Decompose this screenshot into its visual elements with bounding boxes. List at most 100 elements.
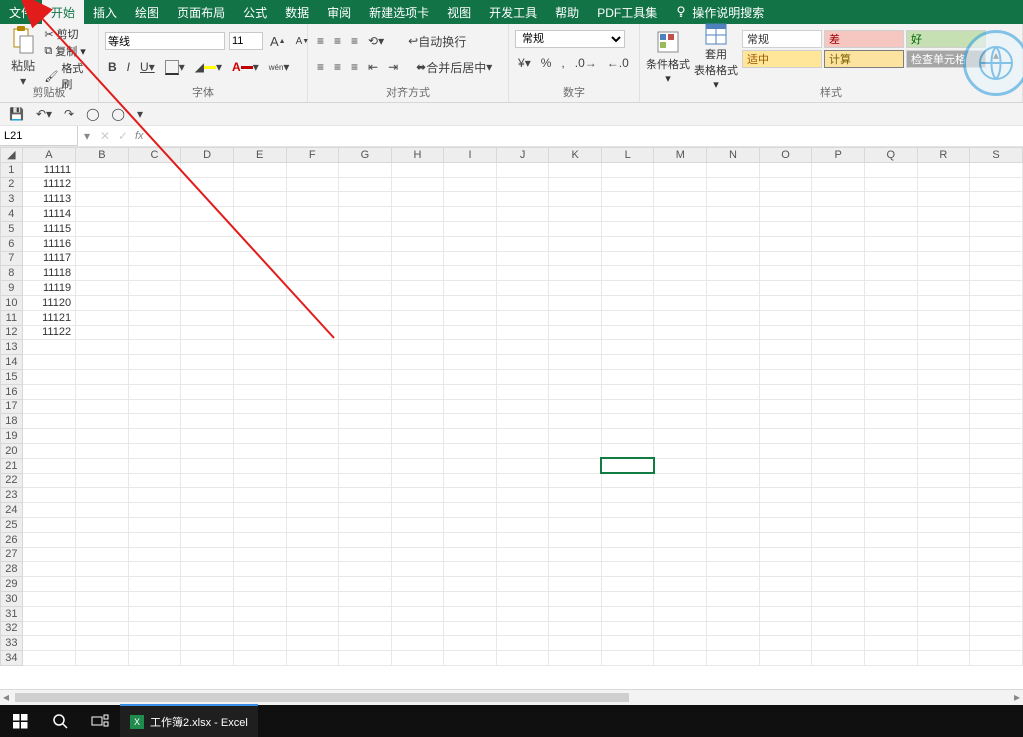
tab-view[interactable]: 视图 <box>438 0 480 24</box>
row-header-30[interactable]: 30 <box>1 591 23 606</box>
cell-D30[interactable] <box>181 591 234 606</box>
cell-A32[interactable] <box>22 621 75 636</box>
cell-D7[interactable] <box>181 251 234 266</box>
cell-K24[interactable] <box>549 503 602 518</box>
start-button[interactable] <box>0 705 40 737</box>
cell-G8[interactable] <box>339 266 392 281</box>
cell-S5[interactable] <box>970 221 1023 236</box>
cell-M24[interactable] <box>654 503 707 518</box>
cell-K34[interactable] <box>549 651 602 666</box>
cell-M13[interactable] <box>654 340 707 355</box>
cell-Q26[interactable] <box>864 532 917 547</box>
cell-O4[interactable] <box>759 207 812 222</box>
wrap-text-button[interactable]: ↩ 自动换行 <box>405 30 469 52</box>
cell-O18[interactable] <box>759 414 812 429</box>
cell-D3[interactable] <box>181 192 234 207</box>
cell-A30[interactable] <box>22 591 75 606</box>
cell-C4[interactable] <box>128 207 181 222</box>
redo-button[interactable]: ↷ <box>61 103 77 125</box>
cell-E26[interactable] <box>233 532 286 547</box>
cell-H21[interactable] <box>391 458 444 473</box>
column-header-F[interactable]: F <box>286 148 339 163</box>
cell-S27[interactable] <box>970 547 1023 562</box>
cell-O10[interactable] <box>759 295 812 310</box>
cell-G2[interactable] <box>339 177 392 192</box>
borders-button[interactable]: ▾ <box>162 56 188 78</box>
cell-E4[interactable] <box>233 207 286 222</box>
cell-K11[interactable] <box>549 310 602 325</box>
cell-P6[interactable] <box>812 236 865 251</box>
cell-R27[interactable] <box>917 547 970 562</box>
cell-A27[interactable] <box>22 547 75 562</box>
cell-S1[interactable] <box>970 162 1023 177</box>
cell-A26[interactable] <box>22 532 75 547</box>
cell-M7[interactable] <box>654 251 707 266</box>
cell-G13[interactable] <box>339 340 392 355</box>
cell-E3[interactable] <box>233 192 286 207</box>
cell-R29[interactable] <box>917 577 970 592</box>
cell-N2[interactable] <box>707 177 760 192</box>
align-right-button[interactable]: ≡ <box>348 56 361 78</box>
cell-A11[interactable]: 11121 <box>22 310 75 325</box>
cell-E23[interactable] <box>233 488 286 503</box>
column-header-C[interactable]: C <box>128 148 181 163</box>
cell-R10[interactable] <box>917 295 970 310</box>
cell-H34[interactable] <box>391 651 444 666</box>
cell-Q15[interactable] <box>864 369 917 384</box>
cell-O5[interactable] <box>759 221 812 236</box>
cell-B34[interactable] <box>76 651 129 666</box>
cell-O11[interactable] <box>759 310 812 325</box>
cell-C18[interactable] <box>128 414 181 429</box>
cell-E17[interactable] <box>233 399 286 414</box>
cell-S24[interactable] <box>970 503 1023 518</box>
font-family-select[interactable] <box>105 32 225 50</box>
tab-file[interactable]: 文件 <box>0 0 42 24</box>
cell-K1[interactable] <box>549 162 602 177</box>
row-header-21[interactable]: 21 <box>1 458 23 473</box>
cell-L29[interactable] <box>601 577 654 592</box>
cell-J12[interactable] <box>496 325 549 340</box>
cell-D10[interactable] <box>181 295 234 310</box>
align-center-button[interactable]: ≡ <box>331 56 344 78</box>
cell-M27[interactable] <box>654 547 707 562</box>
cell-S3[interactable] <box>970 192 1023 207</box>
cell-I7[interactable] <box>444 251 496 266</box>
cell-S2[interactable] <box>970 177 1023 192</box>
cell-D25[interactable] <box>181 517 234 532</box>
row-header-10[interactable]: 10 <box>1 295 23 310</box>
cell-B6[interactable] <box>76 236 129 251</box>
cell-Q2[interactable] <box>864 177 917 192</box>
cell-H10[interactable] <box>391 295 444 310</box>
cell-H13[interactable] <box>391 340 444 355</box>
cell-O22[interactable] <box>759 473 812 488</box>
cell-S25[interactable] <box>970 517 1023 532</box>
paste-button[interactable]: 粘贴 ▾ <box>6 26 40 88</box>
cell-D20[interactable] <box>181 443 234 458</box>
cell-Q13[interactable] <box>864 340 917 355</box>
cell-G21[interactable] <box>339 458 392 473</box>
row-header-8[interactable]: 8 <box>1 266 23 281</box>
cell-I8[interactable] <box>444 266 496 281</box>
cell-M25[interactable] <box>654 517 707 532</box>
cell-N27[interactable] <box>707 547 760 562</box>
select-all-cell[interactable]: ◢ <box>1 148 23 163</box>
search-button[interactable] <box>40 705 80 737</box>
cell-A23[interactable] <box>22 488 75 503</box>
cell-M34[interactable] <box>654 651 707 666</box>
cell-Q10[interactable] <box>864 295 917 310</box>
cell-R7[interactable] <box>917 251 970 266</box>
cell-N20[interactable] <box>707 443 760 458</box>
cell-Q27[interactable] <box>864 547 917 562</box>
fx-label[interactable]: fx <box>132 130 147 142</box>
qat-item-1[interactable]: ◯ <box>83 103 102 125</box>
cell-B25[interactable] <box>76 517 129 532</box>
cell-I10[interactable] <box>444 295 496 310</box>
tab-developer[interactable]: 开发工具 <box>480 0 546 24</box>
cell-M33[interactable] <box>654 636 707 651</box>
cell-P3[interactable] <box>812 192 865 207</box>
decrease-decimal-button[interactable]: ←.0 <box>604 52 632 74</box>
cell-I33[interactable] <box>444 636 496 651</box>
scroll-right-button[interactable]: ▸ <box>1011 690 1023 705</box>
cell-Q34[interactable] <box>864 651 917 666</box>
cell-R5[interactable] <box>917 221 970 236</box>
